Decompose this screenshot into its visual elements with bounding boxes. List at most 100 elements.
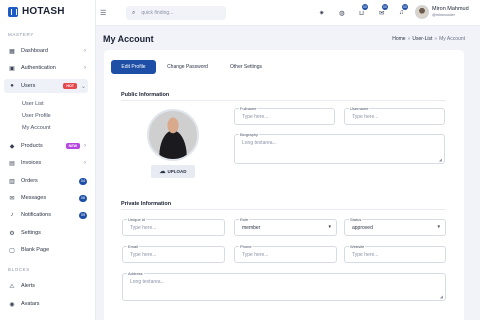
resize-handle-icon[interactable]: ◢ [439,157,442,162]
sidebar-subitem-user-profile[interactable]: User Profile [22,113,51,119]
biography-label: Biography [239,132,260,137]
lock-icon: ▣ [9,65,15,72]
fullname-label: Fullname [239,106,258,111]
email-field[interactable]: Email Type here... [122,244,225,263]
sidebar-item-products[interactable]: ◆ Products NEW › [4,139,88,153]
role-label: Role [239,217,250,222]
website-field[interactable]: Website Type here... [344,244,446,263]
upload-button[interactable]: ☁ UPLOAD [151,165,195,178]
section-label-mastery: MASTERY [8,32,34,37]
sidebar-item-orders[interactable]: ▥ Orders 04 [4,174,88,188]
mail-icon[interactable]: ✉ 00 [379,4,388,17]
sidebar-item-users[interactable]: ● Users HOT ⌄ [4,79,88,93]
phone-placeholder: Type here... [242,252,269,258]
chevron-right-icon: › [84,48,86,54]
search-icon: ⌕ [132,9,136,16]
topbar: ☰ ⌕ ✷ ◍ ⊔00 ✉00 ♫00 Miron Mahmud @mironc… [96,0,480,26]
sidebar-item-notifications[interactable]: ♪ Notifications 09 [4,208,88,222]
logo-text: HOTASH [22,6,65,17]
status-label: Status [349,217,363,222]
username-placeholder: Type here... [352,114,379,120]
sidebar-item-label: Orders [21,178,38,184]
menu-icon[interactable]: ☰ [100,9,106,17]
address-label: Address [127,271,144,276]
messages-count: 06 [79,194,87,202]
sidebar-item-settings[interactable]: ⚙ Settings [4,226,88,240]
fullname-field[interactable]: Fullname Type here... [234,106,335,125]
role-select[interactable]: Role member ▾ [234,217,337,236]
page-title: My Account [103,34,154,44]
sidebar-item-dashboard[interactable]: ▦ Dashboard › [4,44,88,58]
chevron-down-icon: ⌄ [80,83,86,90]
user-avatar[interactable] [415,5,429,19]
user-name[interactable]: Miron Mahmud [432,6,469,12]
hot-badge: HOT [63,83,77,89]
sidebar-item-label: Invoices [21,160,42,166]
dashboard-icon: ▦ [9,48,15,55]
bell-icon: ♪ [10,212,14,218]
cart-icon[interactable]: ⊔ 00 [359,4,368,17]
box-icon: ◆ [9,143,15,150]
chevron-right-icon: › [84,160,86,166]
tab-edit-profile[interactable]: Edit Profile [111,60,156,74]
status-select[interactable]: Status approved ▾ [344,217,446,236]
sidebar-item-authentication[interactable]: ▣ Authentication › [4,61,88,75]
sun-icon[interactable]: ✷ [319,9,324,17]
phone-field[interactable]: Phone Type here... [234,244,337,263]
resize-handle-icon[interactable]: ◢ [440,294,443,299]
sidebar-item-label: Authentication [21,65,56,71]
website-placeholder: Type here... [352,252,379,258]
cart-icon: ▥ [9,178,15,185]
biography-field[interactable]: Biography Long textarea... ◢ [234,132,445,164]
unique-id-field[interactable]: Unique id Type here... [122,217,225,236]
breadcrumb-home[interactable]: Home [392,36,405,42]
chevron-down-icon: ▾ [437,224,440,230]
status-value: approved [352,225,373,231]
sidebar: HOTASH MASTERY ▦ Dashboard › ▣ Authentic… [0,0,96,320]
bell-count-badge: 00 [402,4,408,10]
globe-icon[interactable]: ◍ [339,9,345,17]
sidebar-item-invoices[interactable]: ▤ Invoices › [4,156,88,170]
breadcrumb-separator: » [434,36,438,42]
sidebar-item-blank-page[interactable]: ▢ Blank Page [4,243,88,257]
username-field[interactable]: Username Type here... [344,106,445,125]
divider [121,100,446,101]
sidebar-item-label: Dashboard [21,48,48,54]
biography-placeholder: Long textarea... [242,140,277,146]
cart-count-badge: 00 [362,4,368,10]
address-field[interactable]: Address Long textarea... ◢ [122,271,446,301]
search-box[interactable]: ⌕ [126,6,226,20]
sidebar-subitem-user-list[interactable]: User List [22,101,44,107]
email-label: Email [127,244,140,249]
tab-change-password[interactable]: Change Password [159,60,216,74]
website-label: Website [349,244,366,249]
app-logo[interactable]: HOTASH [8,6,65,17]
username-label: Username [349,106,370,111]
tab-other-settings[interactable]: Other Settings [221,60,271,74]
sidebar-item-alerts[interactable]: ⚠ Alerts [4,279,88,293]
sidebar-item-label: Messages [21,195,47,201]
address-placeholder: Long textarea... [130,279,165,285]
user-handle: @mironcoder [432,13,455,17]
public-info-title: Public Information [121,92,170,98]
sidebar-item-label: Notifications [21,212,51,218]
breadcrumb-user-list[interactable]: User-List [412,36,432,42]
sidebar-subitem-my-account[interactable]: My Account [22,125,50,131]
breadcrumb: Home» User-List» My Account [392,36,465,42]
mail-count-badge: 00 [382,4,388,10]
cloud-upload-icon: ☁ [159,169,166,175]
invoice-icon: ▤ [9,160,15,167]
sidebar-item-avatars[interactable]: ◉ Avatars [4,297,88,311]
search-input[interactable] [141,10,212,16]
fullname-placeholder: Type here... [242,114,269,120]
new-badge: NEW [65,143,80,149]
bell-icon[interactable]: ♫ 00 [399,4,408,16]
email-placeholder: Type here... [130,252,157,258]
sidebar-item-label: Settings [21,230,41,236]
sidebar-item-messages[interactable]: ✉ Messages 06 [4,191,88,205]
account-card: Edit Profile Change Password Other Setti… [104,50,464,320]
upload-label: UPLOAD [167,169,187,174]
sidebar-item-label: Products [21,143,43,149]
phone-label: Phone [239,244,253,249]
logo-icon [8,6,18,17]
